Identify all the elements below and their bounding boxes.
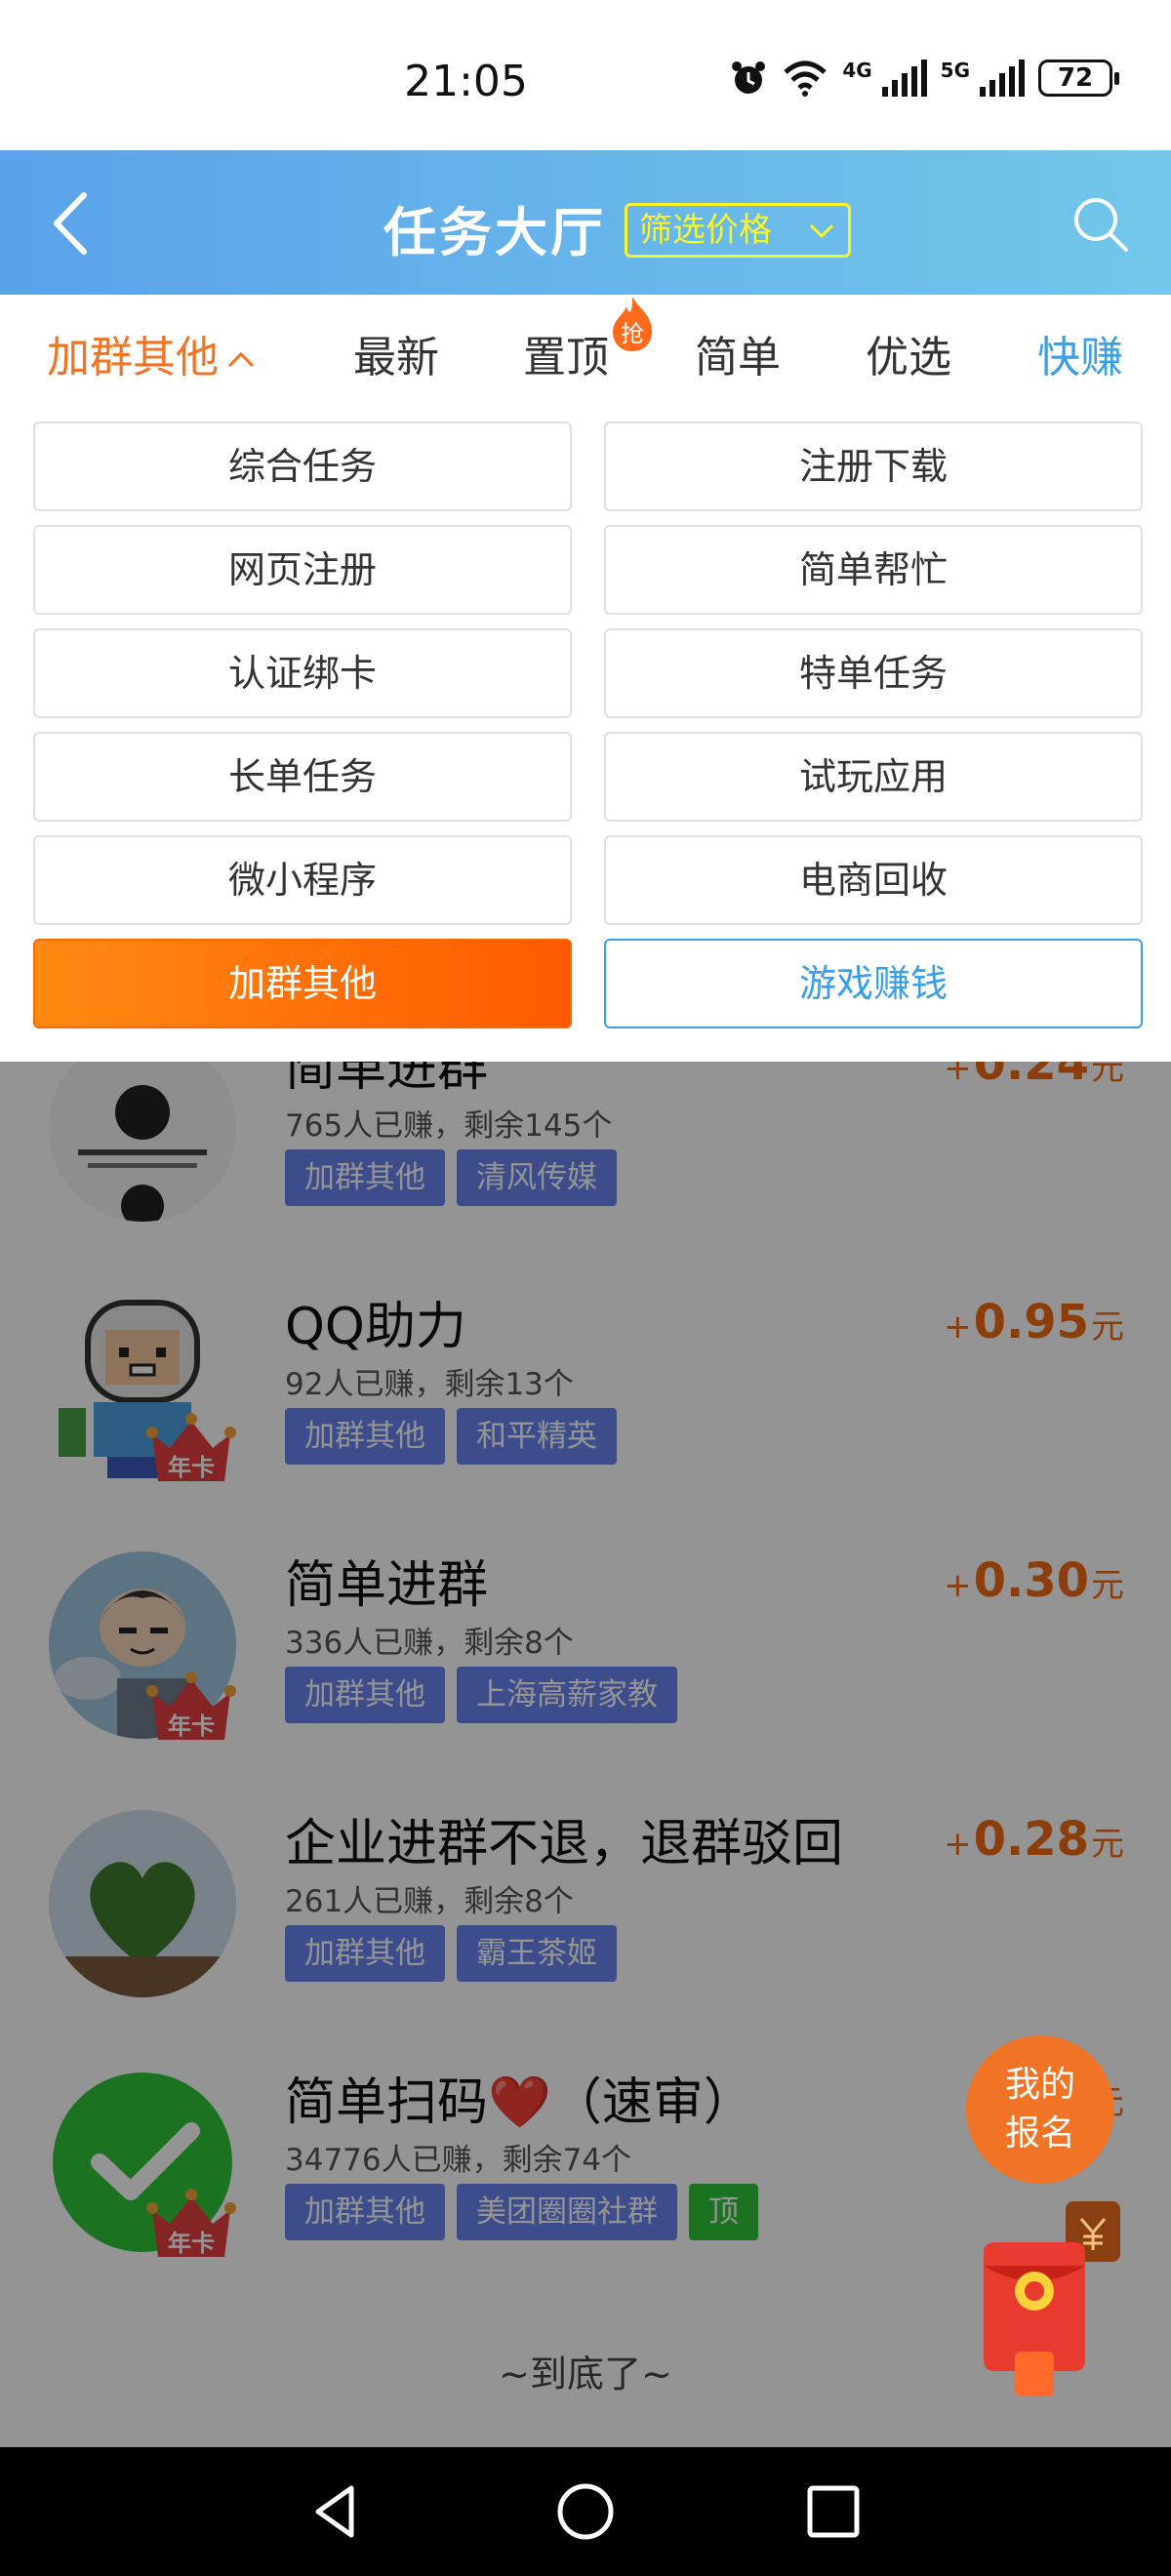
page-title: 任务大厅 (384, 202, 606, 263)
chevron-down-icon (809, 223, 834, 239)
tab-label: 加群其他 (47, 333, 219, 382)
tab-featured[interactable]: 优选 (866, 322, 951, 384)
status-icons: 4G 5G 72 (729, 59, 1119, 98)
my-signup-label-2: 报名 (1004, 2113, 1075, 2153)
my-signup-label-1: 我的 (1004, 2065, 1075, 2105)
network-4g-label: 4G (842, 59, 872, 82)
battery-icon: 72 (1038, 60, 1119, 97)
category-special-task[interactable]: 特单任务 (604, 628, 1143, 718)
alarm-icon (732, 61, 766, 94)
category-group-other[interactable]: 加群其他 (33, 939, 572, 1028)
category-ecommerce-recycle[interactable]: 电商回收 (604, 835, 1143, 925)
category-tabs: 加群其他 最新 置顶 简单 优选 快赚 (0, 295, 1171, 402)
signal-4g-icon (881, 60, 927, 97)
filter-price-button[interactable]: 筛选价格 (625, 203, 851, 258)
red-packet-icon (984, 2242, 1085, 2396)
category-game-earn[interactable]: 游戏赚钱 (604, 939, 1143, 1028)
hot-badge: 抢 (607, 295, 658, 353)
filter-price-label: 筛选价格 (639, 211, 772, 250)
category-simple-help[interactable]: 简单帮忙 (604, 525, 1143, 615)
hot-badge-label: 抢 (621, 320, 644, 347)
header-bar: 任务大厅 筛选价格 (0, 150, 1171, 295)
network-5g-label: 5G (940, 59, 970, 82)
category-trial-app[interactable]: 试玩应用 (604, 732, 1143, 822)
red-packet-button[interactable] (980, 2236, 1089, 2400)
search-button[interactable] (1070, 193, 1132, 256)
category-comprehensive[interactable]: 综合任务 (33, 422, 572, 511)
status-bar: 21:05 4G 5G 72 (0, 0, 1171, 150)
system-nav-bar (0, 2447, 1171, 2576)
tab-group-other[interactable]: 加群其他 (47, 322, 258, 384)
tab-quick-earn[interactable]: 快赚 (1037, 322, 1123, 384)
category-long-task[interactable]: 长单任务 (33, 732, 572, 822)
tab-simple[interactable]: 简单 (695, 322, 781, 384)
category-grid: 综合任务 注册下载 网页注册 简单帮忙 认证绑卡 特单任务 长单任务 试玩应用 … (0, 402, 1171, 1062)
nav-home-icon[interactable] (554, 2480, 617, 2543)
category-web-register[interactable]: 网页注册 (33, 525, 572, 615)
search-icon (1074, 198, 1128, 252)
chevron-up-icon (227, 351, 255, 368)
nav-back-icon[interactable] (304, 2480, 367, 2543)
tab-latest[interactable]: 最新 (353, 322, 439, 384)
signal-5g-icon (980, 60, 1025, 97)
category-mini-program[interactable]: 微小程序 (33, 835, 572, 925)
nav-recents-icon[interactable] (802, 2480, 865, 2543)
wifi-icon (784, 60, 827, 97)
chevron-left-icon (54, 192, 87, 255)
back-button[interactable] (39, 180, 117, 267)
my-signup-button[interactable]: 我的 报名 (966, 2035, 1114, 2184)
category-verify-bind-card[interactable]: 认证绑卡 (33, 628, 572, 718)
tab-pinned[interactable]: 置顶 (523, 322, 609, 384)
category-register-download[interactable]: 注册下载 (604, 422, 1143, 511)
